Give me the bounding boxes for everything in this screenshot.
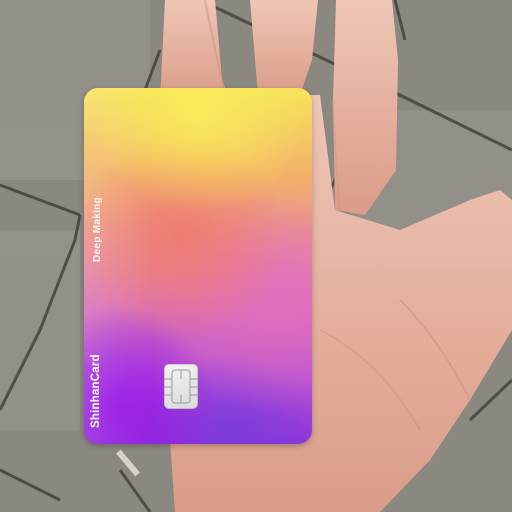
card-product-name: Deep Making <box>92 197 103 262</box>
card-brand-logo: ShinhanCard <box>90 354 102 428</box>
emv-chip-icon <box>164 364 198 409</box>
photo-scene: Deep Making ShinhanCard <box>0 0 512 512</box>
credit-card: Deep Making ShinhanCard <box>84 88 312 444</box>
